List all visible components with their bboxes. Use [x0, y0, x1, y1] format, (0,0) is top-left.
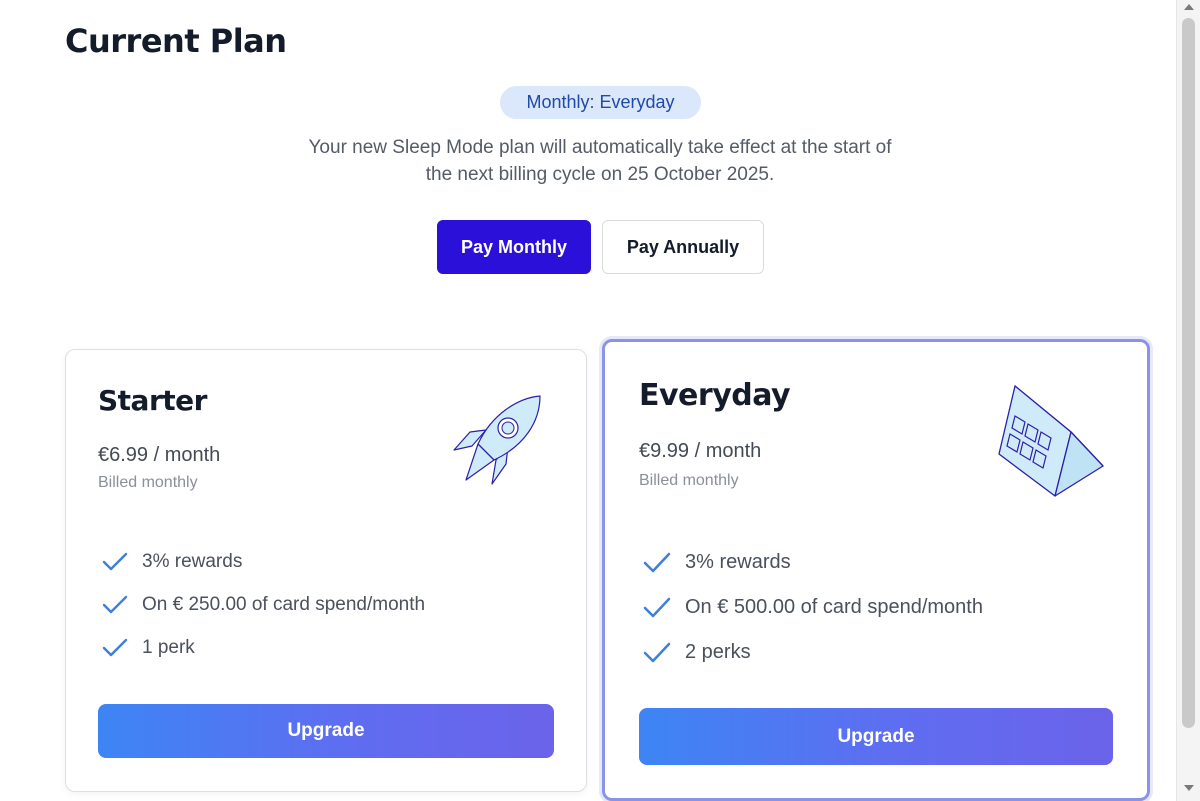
feature-label: On € 500.00 of card spend/month — [685, 596, 983, 618]
plan-card-starter: Starter €6.99 / month Billed monthly 3% … — [65, 349, 587, 792]
scroll-up-icon[interactable] — [1184, 4, 1194, 10]
plan-name: Everyday — [639, 378, 791, 413]
feature-item: 3% rewards — [643, 540, 983, 585]
feature-label: 2 perks — [685, 641, 751, 663]
pay-annually-button[interactable]: Pay Annually — [602, 220, 764, 274]
scrollbar-thumb[interactable] — [1182, 18, 1195, 728]
feature-label: 1 perk — [142, 636, 195, 658]
feature-label: On € 250.00 of card spend/month — [142, 593, 426, 615]
feature-item: On € 250.00 of card spend/month — [102, 583, 425, 626]
vertical-scrollbar[interactable] — [1176, 0, 1200, 801]
checkmark-icon — [643, 552, 671, 572]
checkmark-icon — [643, 597, 671, 617]
plan-billing-note: Billed monthly — [639, 472, 739, 489]
calendar-icon — [998, 385, 1104, 497]
feature-list: 3% rewards On € 500.00 of card spend/mon… — [643, 540, 983, 675]
upgrade-button[interactable]: Upgrade — [98, 704, 554, 758]
feature-item: 3% rewards — [102, 540, 425, 583]
pay-monthly-button[interactable]: Pay Monthly — [437, 220, 591, 274]
plan-price: €9.99 / month — [639, 440, 762, 462]
feature-list: 3% rewards On € 250.00 of card spend/mon… — [102, 540, 425, 669]
notice-line-2: the next billing cycle on 25 October 202… — [425, 164, 775, 185]
feature-label: 3% rewards — [685, 551, 791, 573]
notice-line-1: Your new Sleep Mode plan will automatica… — [308, 137, 892, 158]
upgrade-button[interactable]: Upgrade — [639, 708, 1113, 765]
scroll-down-icon[interactable] — [1184, 785, 1194, 791]
plan-card-everyday: Everyday €9.99 / month Billed monthly 3%… — [602, 339, 1150, 801]
rocket-icon — [453, 395, 541, 485]
plan-change-notice: Your new Sleep Mode plan will automatica… — [240, 134, 960, 188]
current-plan-badge: Monthly: Everyday — [500, 86, 701, 119]
checkmark-icon — [102, 638, 128, 656]
plan-page: Current Plan Monthly: Everyday Your new … — [0, 0, 1200, 801]
plan-price: €6.99 / month — [98, 444, 221, 466]
plan-billing-note: Billed monthly — [98, 474, 198, 491]
feature-label: 3% rewards — [142, 550, 243, 572]
page-title: Current Plan — [65, 22, 287, 60]
checkmark-icon — [643, 642, 671, 662]
checkmark-icon — [102, 552, 128, 570]
feature-item: On € 500.00 of card spend/month — [643, 585, 983, 630]
checkmark-icon — [102, 595, 128, 613]
feature-item: 1 perk — [102, 626, 425, 669]
plan-name: Starter — [98, 384, 207, 417]
feature-item: 2 perks — [643, 630, 983, 675]
